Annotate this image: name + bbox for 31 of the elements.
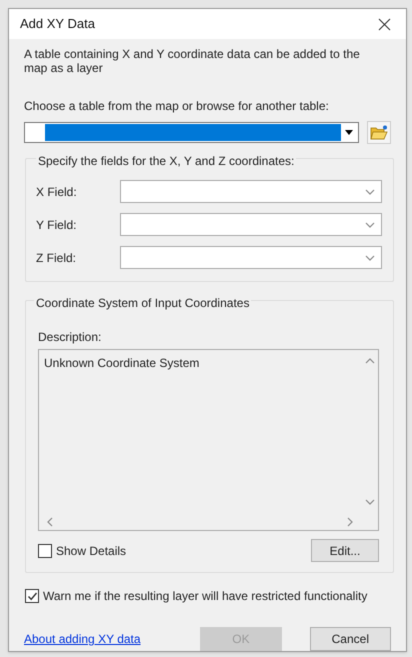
field-label: X Field: <box>36 184 78 200</box>
scroll-left-icon <box>47 516 53 526</box>
field-dropdown[interactable] <box>120 180 382 203</box>
chevron-down-icon <box>365 188 375 194</box>
scroll-right-icon <box>347 516 353 526</box>
checkbox-label[interactable]: Warn me if the resulting layer will have restricted functionality <box>43 587 368 605</box>
chevron-down-icon <box>365 222 375 228</box>
chevron-down-icon <box>365 254 375 260</box>
folder-icon <box>370 125 388 140</box>
scroll-down-icon <box>364 499 374 505</box>
checkmark-icon <box>26 590 38 602</box>
close-icon <box>378 18 390 30</box>
window-title: Add XY Data <box>20 15 95 34</box>
help-link[interactable]: About adding XY data <box>24 630 200 648</box>
edit-button[interactable]: Edit... <box>311 539 379 562</box>
checkbox[interactable] <box>38 544 52 558</box>
checkbox-label[interactable]: Show Details <box>56 542 126 560</box>
description-text: Unknown Coordinate System <box>43 355 200 372</box>
field-dropdown[interactable] <box>120 213 382 236</box>
checkbox[interactable] <box>25 589 39 603</box>
field-label: Y Field: <box>36 216 78 234</box>
table-dropdown[interactable] <box>24 122 360 143</box>
description-label: Description: <box>38 329 102 346</box>
table-prompt: Choose a table from the map or browse for another table: <box>24 98 330 115</box>
intro-text: A table containing X and Y coordinate data can be added to the map as a layer <box>24 47 361 75</box>
browse-button[interactable] <box>367 121 391 144</box>
scroll-up-icon <box>364 358 374 364</box>
field-dropdown[interactable] <box>120 246 382 269</box>
field-label: Z Field: <box>36 250 78 266</box>
dialog-button[interactable]: Cancel <box>310 627 391 651</box>
dropdown-arrow-icon <box>344 130 353 135</box>
